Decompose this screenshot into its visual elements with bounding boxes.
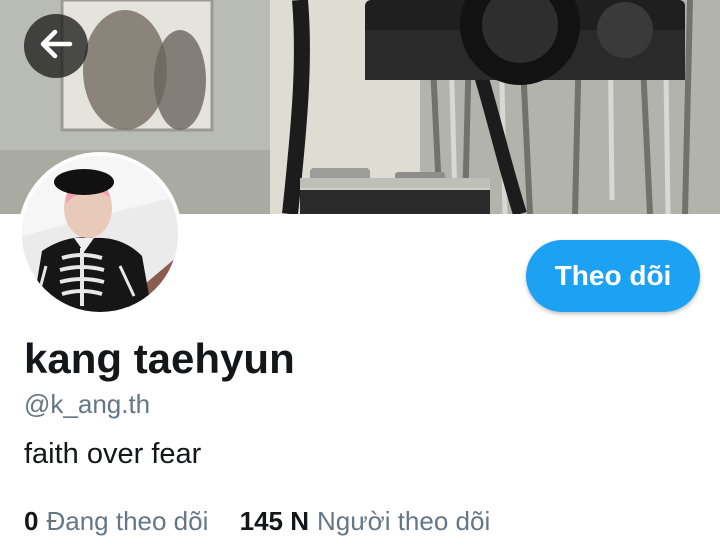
username-handle: @k_ang.th bbox=[24, 389, 151, 419]
display-name: kang taehyun bbox=[24, 335, 295, 382]
following-count: 0 bbox=[24, 506, 39, 536]
avatar[interactable] bbox=[18, 152, 182, 316]
following-link[interactable]: 0 Đang theo dõi bbox=[24, 504, 208, 538]
profile-stats: 0 Đang theo dõi 145 N Người theo dõi bbox=[24, 504, 490, 538]
follow-button[interactable]: Theo dõi bbox=[526, 240, 700, 312]
followers-link[interactable]: 145 N Người theo dõi bbox=[240, 504, 491, 538]
arrow-left-icon bbox=[39, 27, 73, 66]
followers-count: 145 N bbox=[239, 506, 309, 536]
back-button[interactable] bbox=[24, 14, 88, 78]
followers-label: Người theo dõi bbox=[317, 506, 491, 536]
profile-bio: faith over fear bbox=[24, 438, 202, 470]
following-label: Đang theo dõi bbox=[46, 506, 209, 536]
